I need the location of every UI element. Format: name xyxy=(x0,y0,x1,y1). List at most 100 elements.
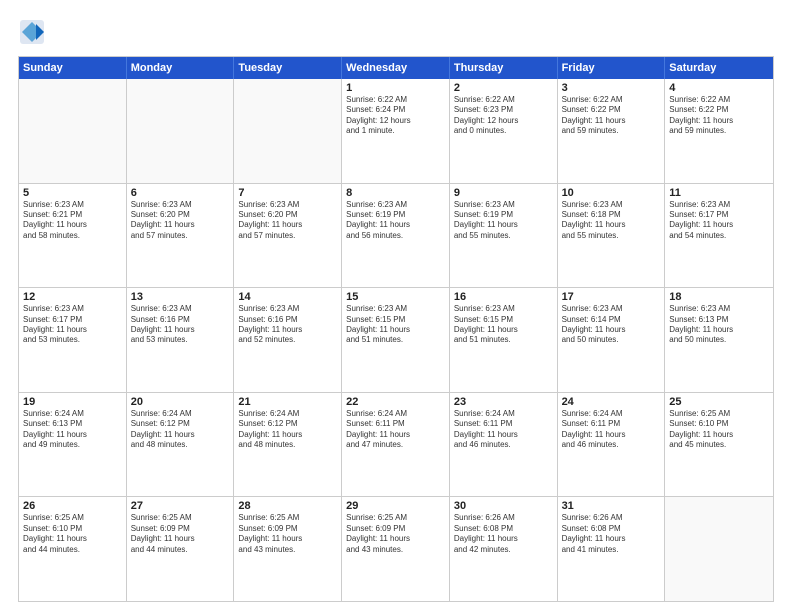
day-cell-14: 14Sunrise: 6:23 AM Sunset: 6:16 PM Dayli… xyxy=(234,288,342,392)
day-info: Sunrise: 6:25 AM Sunset: 6:09 PM Dayligh… xyxy=(131,513,230,555)
day-info: Sunrise: 6:23 AM Sunset: 6:21 PM Dayligh… xyxy=(23,200,122,242)
day-cell-13: 13Sunrise: 6:23 AM Sunset: 6:16 PM Dayli… xyxy=(127,288,235,392)
day-cell-18: 18Sunrise: 6:23 AM Sunset: 6:13 PM Dayli… xyxy=(665,288,773,392)
day-info: Sunrise: 6:23 AM Sunset: 6:20 PM Dayligh… xyxy=(131,200,230,242)
day-number: 20 xyxy=(131,396,230,408)
week-row-5: 26Sunrise: 6:25 AM Sunset: 6:10 PM Dayli… xyxy=(19,496,773,601)
day-number: 1 xyxy=(346,82,445,94)
day-cell-7: 7Sunrise: 6:23 AM Sunset: 6:20 PM Daylig… xyxy=(234,184,342,288)
day-cell-17: 17Sunrise: 6:23 AM Sunset: 6:14 PM Dayli… xyxy=(558,288,666,392)
day-number: 6 xyxy=(131,187,230,199)
day-number: 19 xyxy=(23,396,122,408)
day-cell-21: 21Sunrise: 6:24 AM Sunset: 6:12 PM Dayli… xyxy=(234,393,342,497)
calendar-body: 1Sunrise: 6:22 AM Sunset: 6:24 PM Daylig… xyxy=(19,79,773,601)
day-info: Sunrise: 6:22 AM Sunset: 6:24 PM Dayligh… xyxy=(346,95,445,137)
day-header-sunday: Sunday xyxy=(19,57,127,79)
day-cell-8: 8Sunrise: 6:23 AM Sunset: 6:19 PM Daylig… xyxy=(342,184,450,288)
day-info: Sunrise: 6:23 AM Sunset: 6:20 PM Dayligh… xyxy=(238,200,337,242)
day-number: 5 xyxy=(23,187,122,199)
calendar: SundayMondayTuesdayWednesdayThursdayFrid… xyxy=(18,56,774,602)
day-info: Sunrise: 6:22 AM Sunset: 6:23 PM Dayligh… xyxy=(454,95,553,137)
day-cell-10: 10Sunrise: 6:23 AM Sunset: 6:18 PM Dayli… xyxy=(558,184,666,288)
day-header-thursday: Thursday xyxy=(450,57,558,79)
day-cell-28: 28Sunrise: 6:25 AM Sunset: 6:09 PM Dayli… xyxy=(234,497,342,601)
day-info: Sunrise: 6:25 AM Sunset: 6:10 PM Dayligh… xyxy=(669,409,769,451)
empty-cell xyxy=(127,79,235,183)
day-info: Sunrise: 6:23 AM Sunset: 6:19 PM Dayligh… xyxy=(346,200,445,242)
day-number: 8 xyxy=(346,187,445,199)
day-info: Sunrise: 6:22 AM Sunset: 6:22 PM Dayligh… xyxy=(669,95,769,137)
day-number: 25 xyxy=(669,396,769,408)
day-cell-30: 30Sunrise: 6:26 AM Sunset: 6:08 PM Dayli… xyxy=(450,497,558,601)
day-info: Sunrise: 6:26 AM Sunset: 6:08 PM Dayligh… xyxy=(454,513,553,555)
day-info: Sunrise: 6:24 AM Sunset: 6:13 PM Dayligh… xyxy=(23,409,122,451)
day-number: 2 xyxy=(454,82,553,94)
day-info: Sunrise: 6:22 AM Sunset: 6:22 PM Dayligh… xyxy=(562,95,661,137)
day-cell-4: 4Sunrise: 6:22 AM Sunset: 6:22 PM Daylig… xyxy=(665,79,773,183)
day-number: 21 xyxy=(238,396,337,408)
calendar-header: SundayMondayTuesdayWednesdayThursdayFrid… xyxy=(19,57,773,79)
logo xyxy=(18,18,50,46)
day-header-saturday: Saturday xyxy=(665,57,773,79)
empty-cell xyxy=(19,79,127,183)
day-cell-2: 2Sunrise: 6:22 AM Sunset: 6:23 PM Daylig… xyxy=(450,79,558,183)
day-info: Sunrise: 6:24 AM Sunset: 6:11 PM Dayligh… xyxy=(562,409,661,451)
day-cell-9: 9Sunrise: 6:23 AM Sunset: 6:19 PM Daylig… xyxy=(450,184,558,288)
day-info: Sunrise: 6:25 AM Sunset: 6:10 PM Dayligh… xyxy=(23,513,122,555)
day-info: Sunrise: 6:23 AM Sunset: 6:15 PM Dayligh… xyxy=(346,304,445,346)
day-cell-24: 24Sunrise: 6:24 AM Sunset: 6:11 PM Dayli… xyxy=(558,393,666,497)
day-info: Sunrise: 6:24 AM Sunset: 6:11 PM Dayligh… xyxy=(454,409,553,451)
day-cell-3: 3Sunrise: 6:22 AM Sunset: 6:22 PM Daylig… xyxy=(558,79,666,183)
empty-cell xyxy=(665,497,773,601)
day-header-monday: Monday xyxy=(127,57,235,79)
day-cell-20: 20Sunrise: 6:24 AM Sunset: 6:12 PM Dayli… xyxy=(127,393,235,497)
day-info: Sunrise: 6:24 AM Sunset: 6:12 PM Dayligh… xyxy=(238,409,337,451)
day-cell-22: 22Sunrise: 6:24 AM Sunset: 6:11 PM Dayli… xyxy=(342,393,450,497)
day-cell-27: 27Sunrise: 6:25 AM Sunset: 6:09 PM Dayli… xyxy=(127,497,235,601)
day-cell-6: 6Sunrise: 6:23 AM Sunset: 6:20 PM Daylig… xyxy=(127,184,235,288)
day-number: 18 xyxy=(669,291,769,303)
day-number: 31 xyxy=(562,500,661,512)
day-number: 22 xyxy=(346,396,445,408)
day-cell-29: 29Sunrise: 6:25 AM Sunset: 6:09 PM Dayli… xyxy=(342,497,450,601)
page: SundayMondayTuesdayWednesdayThursdayFrid… xyxy=(0,0,792,612)
day-info: Sunrise: 6:23 AM Sunset: 6:19 PM Dayligh… xyxy=(454,200,553,242)
week-row-1: 1Sunrise: 6:22 AM Sunset: 6:24 PM Daylig… xyxy=(19,79,773,183)
day-number: 10 xyxy=(562,187,661,199)
day-number: 9 xyxy=(454,187,553,199)
day-header-wednesday: Wednesday xyxy=(342,57,450,79)
day-info: Sunrise: 6:25 AM Sunset: 6:09 PM Dayligh… xyxy=(346,513,445,555)
day-cell-16: 16Sunrise: 6:23 AM Sunset: 6:15 PM Dayli… xyxy=(450,288,558,392)
day-number: 7 xyxy=(238,187,337,199)
day-number: 12 xyxy=(23,291,122,303)
week-row-2: 5Sunrise: 6:23 AM Sunset: 6:21 PM Daylig… xyxy=(19,183,773,288)
day-info: Sunrise: 6:23 AM Sunset: 6:16 PM Dayligh… xyxy=(131,304,230,346)
day-info: Sunrise: 6:23 AM Sunset: 6:15 PM Dayligh… xyxy=(454,304,553,346)
day-info: Sunrise: 6:24 AM Sunset: 6:12 PM Dayligh… xyxy=(131,409,230,451)
logo-icon xyxy=(18,18,46,46)
day-cell-12: 12Sunrise: 6:23 AM Sunset: 6:17 PM Dayli… xyxy=(19,288,127,392)
day-number: 4 xyxy=(669,82,769,94)
day-number: 13 xyxy=(131,291,230,303)
day-info: Sunrise: 6:23 AM Sunset: 6:16 PM Dayligh… xyxy=(238,304,337,346)
day-header-friday: Friday xyxy=(558,57,666,79)
day-number: 17 xyxy=(562,291,661,303)
day-cell-23: 23Sunrise: 6:24 AM Sunset: 6:11 PM Dayli… xyxy=(450,393,558,497)
day-cell-25: 25Sunrise: 6:25 AM Sunset: 6:10 PM Dayli… xyxy=(665,393,773,497)
day-cell-1: 1Sunrise: 6:22 AM Sunset: 6:24 PM Daylig… xyxy=(342,79,450,183)
day-info: Sunrise: 6:26 AM Sunset: 6:08 PM Dayligh… xyxy=(562,513,661,555)
day-cell-5: 5Sunrise: 6:23 AM Sunset: 6:21 PM Daylig… xyxy=(19,184,127,288)
day-cell-31: 31Sunrise: 6:26 AM Sunset: 6:08 PM Dayli… xyxy=(558,497,666,601)
header xyxy=(18,18,774,46)
day-header-tuesday: Tuesday xyxy=(234,57,342,79)
week-row-4: 19Sunrise: 6:24 AM Sunset: 6:13 PM Dayli… xyxy=(19,392,773,497)
day-number: 30 xyxy=(454,500,553,512)
day-number: 11 xyxy=(669,187,769,199)
day-number: 15 xyxy=(346,291,445,303)
day-number: 14 xyxy=(238,291,337,303)
day-cell-19: 19Sunrise: 6:24 AM Sunset: 6:13 PM Dayli… xyxy=(19,393,127,497)
day-number: 23 xyxy=(454,396,553,408)
day-info: Sunrise: 6:24 AM Sunset: 6:11 PM Dayligh… xyxy=(346,409,445,451)
day-number: 28 xyxy=(238,500,337,512)
day-number: 3 xyxy=(562,82,661,94)
